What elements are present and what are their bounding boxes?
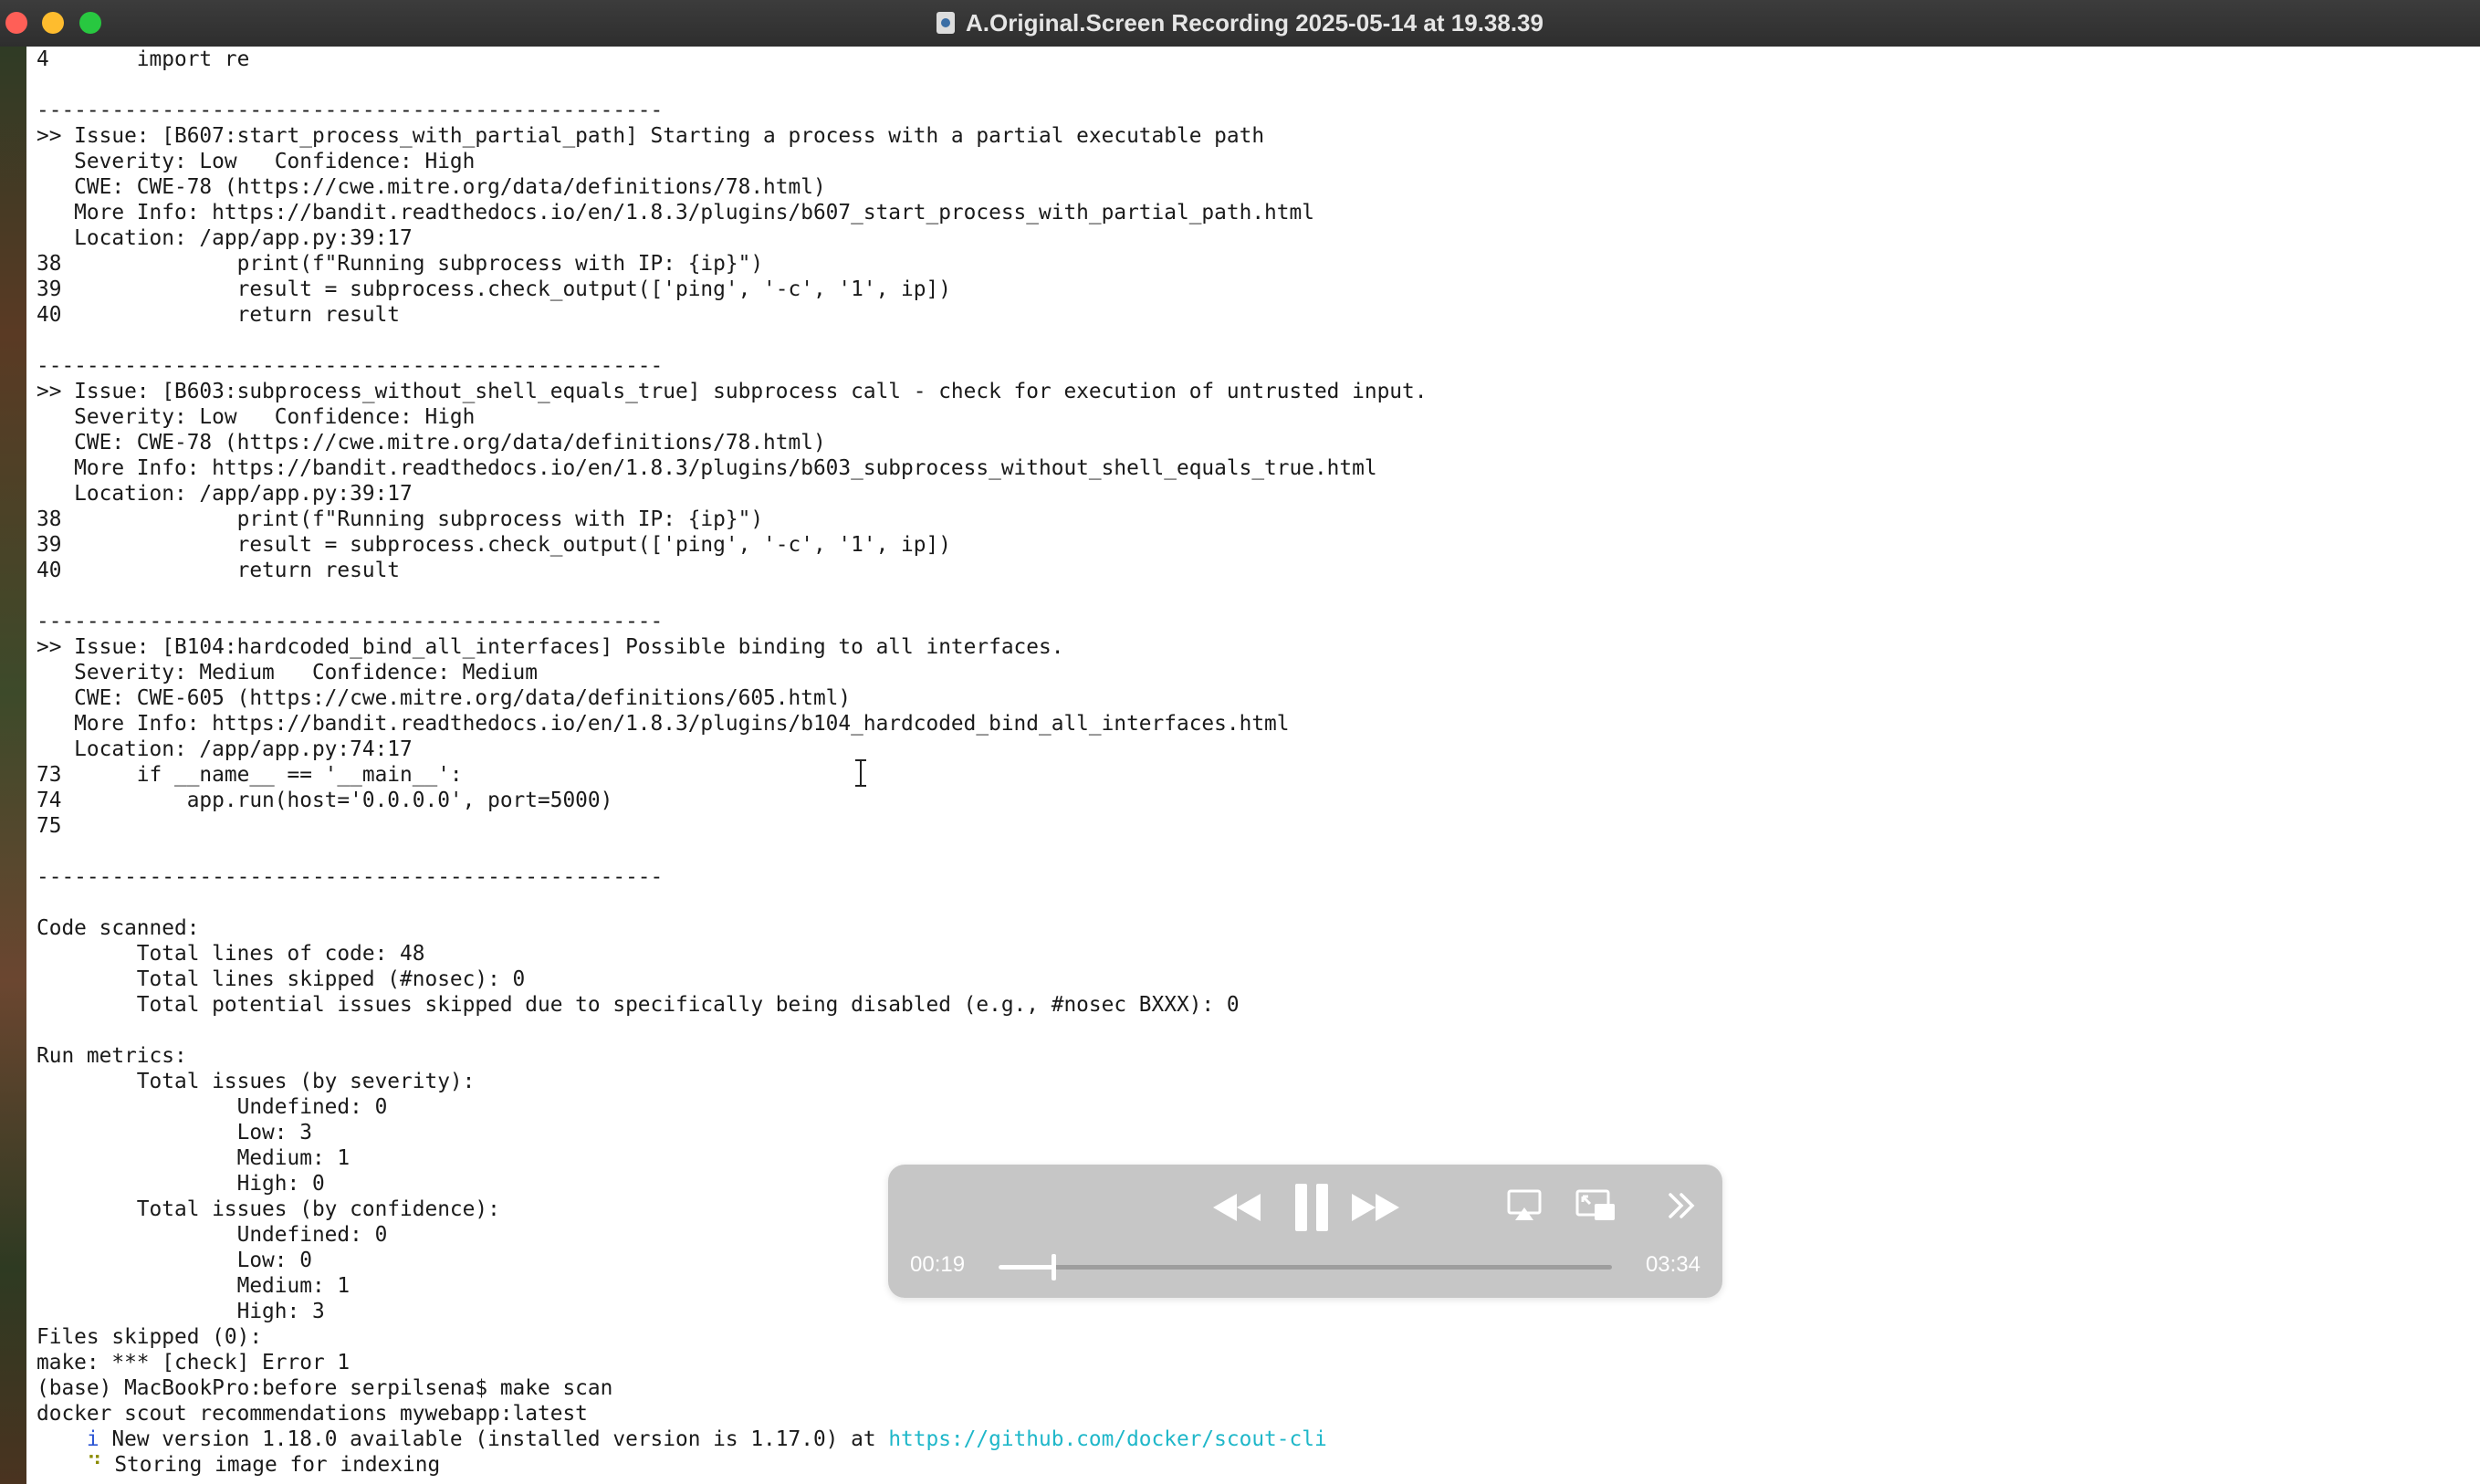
terminal-line: More Info: https://bandit.readthedocs.io… (37, 712, 1290, 736)
terminal-line: 40 return result (37, 559, 401, 582)
terminal-line: CWE: CWE-78 (https://cwe.mitre.org/data/… (37, 175, 826, 199)
terminal-line: Severity: Low Confidence: High (37, 405, 476, 429)
terminal-line: Code scanned: (37, 916, 200, 940)
terminal-line: 73 if __name__ == '__main__': (37, 763, 463, 787)
terminal-line: CWE: CWE-605 (https://cwe.mitre.org/data… (37, 686, 852, 710)
airplay-button[interactable] (1503, 1185, 1545, 1227)
info-icon: i (86, 1427, 99, 1451)
pause-button[interactable] (1284, 1181, 1339, 1234)
pause-icon (1295, 1184, 1328, 1231)
terminal-line: Total issues (by severity): (37, 1070, 476, 1093)
terminal-line: 75 (37, 814, 62, 838)
terminal-line: ----------------------------------------… (37, 99, 664, 122)
spinner-text: Storing image for indexing (101, 1453, 441, 1477)
terminal-line: More Info: https://bandit.readthedocs.io… (37, 456, 1377, 480)
spinner-icon: ⠙ (86, 1453, 102, 1477)
terminal-line: >> Issue: [B104:hardcoded_bind_all_inter… (37, 635, 1064, 659)
terminal-line: docker scout recommendations mywebapp:la… (37, 1402, 588, 1426)
terminal-line: Severity: Medium Confidence: Medium (37, 661, 538, 685)
window-title-container: A.Original.Screen Recording 2025-05-14 a… (0, 0, 2480, 46)
terminal-line: Run metrics: (37, 1044, 187, 1068)
terminal-line: High: 3 (37, 1300, 325, 1323)
rewind-button[interactable] (1209, 1186, 1264, 1228)
document-icon (937, 12, 956, 34)
terminal-line: >> Issue: [B603:subprocess_without_shell… (37, 380, 1428, 403)
window-title: A.Original.Screen Recording 2025-05-14 a… (966, 8, 1543, 37)
playback-progress-fill (999, 1265, 1053, 1270)
terminal-line-progress: ⠙ Storing image for indexing (37, 1452, 1427, 1478)
text-cursor-icon (854, 759, 867, 787)
screen-recording-window: A.Original.Screen Recording 2025-05-14 a… (0, 0, 2480, 1484)
rewind-icon (1213, 1194, 1261, 1221)
title-bar: A.Original.Screen Recording 2025-05-14 a… (0, 0, 2480, 47)
fast-forward-button[interactable] (1348, 1186, 1403, 1228)
terminal-line: Severity: Low Confidence: High (37, 150, 476, 173)
video-player-controls: 00:19 03:34 (888, 1165, 1722, 1298)
terminal-line: make: *** [check] Error 1 (37, 1351, 351, 1374)
terminal-line: Total potential issues skipped due to sp… (37, 993, 1240, 1017)
terminal-line: 38 print(f"Running subprocess with IP: {… (37, 507, 764, 531)
terminal-line: ----------------------------------------… (37, 865, 664, 889)
terminal-line: 39 result = subprocess.check_output(['pi… (37, 277, 951, 301)
picture-in-picture-icon (1575, 1189, 1615, 1220)
terminal-line: >> Issue: [B607:start_process_with_parti… (37, 124, 1265, 148)
terminal-line: Location: /app/app.py:74:17 (37, 737, 413, 761)
terminal-line: Location: /app/app.py:39:17 (37, 482, 413, 506)
fast-forward-icon (1352, 1194, 1399, 1221)
more-controls-button[interactable] (1662, 1186, 1700, 1225)
terminal-line: Location: /app/app.py:39:17 (37, 226, 413, 250)
current-time: 00:19 (910, 1252, 966, 1277)
total-duration: 03:34 (1645, 1252, 1700, 1277)
terminal-line: Total lines of code: 48 (37, 942, 425, 966)
playback-scrubber[interactable] (999, 1254, 1612, 1280)
terminal-line: Total lines skipped (#nosec): 0 (37, 967, 526, 991)
terminal-line: Undefined: 0 (37, 1095, 388, 1119)
chevron-double-right-icon (1669, 1193, 1695, 1218)
terminal-line: More Info: https://bandit.readthedocs.io… (37, 201, 1314, 225)
terminal-line-info: i New version 1.18.0 available (installe… (37, 1427, 1427, 1452)
desktop-background-strip (0, 47, 26, 1484)
terminal-line: ----------------------------------------… (37, 354, 664, 378)
airplay-icon (1507, 1189, 1542, 1220)
terminal-line: 40 return result (37, 303, 401, 327)
picture-in-picture-button[interactable] (1573, 1185, 1620, 1227)
terminal-line: CWE: CWE-78 (https://cwe.mitre.org/data/… (37, 431, 826, 455)
terminal-line: 39 result = subprocess.check_output(['pi… (37, 533, 951, 557)
terminal-line: (base) MacBookPro:before serpilsena$ mak… (37, 1376, 613, 1400)
scout-cli-link[interactable]: https://github.com/docker/scout-cli (888, 1427, 1326, 1451)
terminal-line: Files skipped (0): (37, 1325, 263, 1349)
terminal-line: 74 app.run(host='0.0.0.0', port=5000) (37, 789, 613, 812)
scrubber-handle[interactable] (1051, 1254, 1056, 1280)
terminal-line: 38 print(f"Running subprocess with IP: {… (37, 252, 764, 276)
terminal-line: ----------------------------------------… (37, 610, 664, 633)
terminal-line: Low: 3 (37, 1121, 312, 1144)
info-text: New version 1.18.0 available (installed … (99, 1427, 889, 1451)
terminal-line: 4 import re (37, 47, 250, 71)
